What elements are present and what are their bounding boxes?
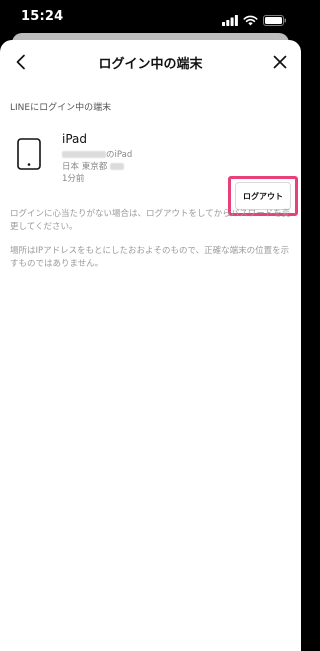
- tablet-icon: [17, 138, 41, 174]
- close-icon: [273, 55, 287, 69]
- blurred-owner-name: [62, 151, 106, 158]
- logout-button[interactable]: ログアウト: [235, 182, 291, 210]
- device-name: iPad: [62, 132, 88, 146]
- device-last-active: 1分前: [62, 174, 85, 184]
- close-button[interactable]: [269, 51, 291, 73]
- device-owner-line: のiPad: [62, 148, 132, 160]
- info-paragraph-1: ログインに心当たりがない場合は、ログアウトをしてからパスワードを変更してください…: [10, 209, 291, 232]
- status-time: 15:24: [21, 9, 64, 24]
- battery-icon: [263, 11, 287, 30]
- section-label: LINEにログイン中の端末: [10, 103, 112, 113]
- device-location-line: 日本 東京都: [62, 160, 124, 172]
- modal-sheet: ログイン中の端末 LINEにログイン中の端末 iPad のiPad 日本 東京都…: [0, 40, 301, 651]
- status-bar: 15:24: [0, 0, 301, 36]
- nav-bar: ログイン中の端末: [0, 40, 301, 84]
- status-icons: [222, 11, 287, 30]
- wifi-icon: [243, 11, 258, 30]
- info-paragraph-2: 場所はIPアドレスをもとにしたおおよそのもので、正確な端末の位置を示すものではあ…: [10, 246, 290, 269]
- page-title: ログイン中の端末: [98, 57, 203, 72]
- blurred-location-detail: [109, 163, 124, 170]
- cellular-signal-icon: [222, 11, 238, 30]
- device-location: 日本 東京都: [62, 162, 108, 172]
- device-owner-suffix: のiPad: [106, 150, 133, 160]
